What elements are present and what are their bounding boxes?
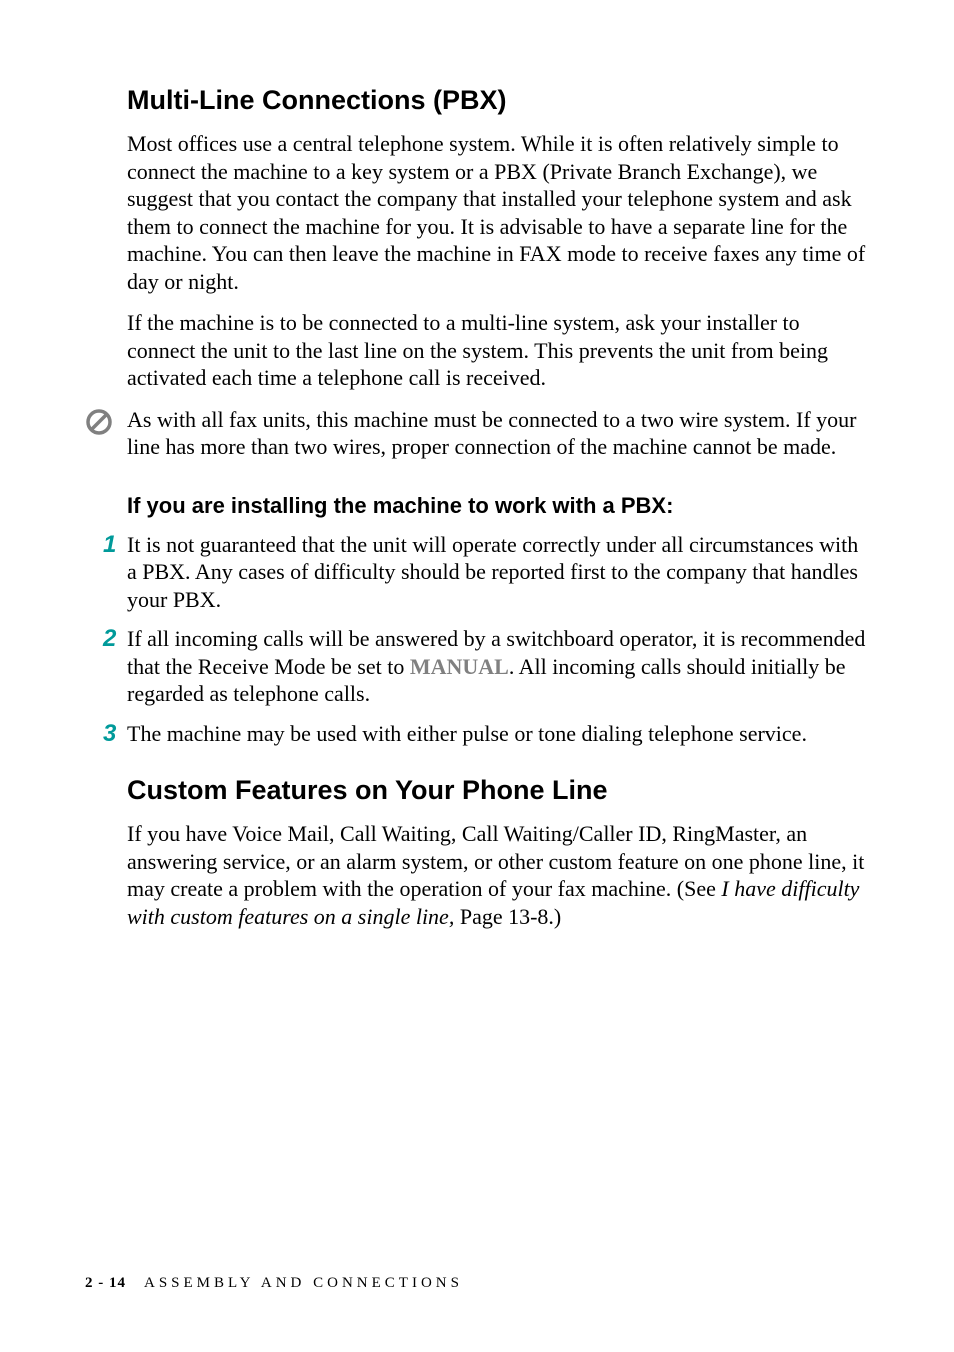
bold-word: MANUAL [410, 654, 509, 679]
heading-multiline: Multi-Line Connections (PBX) [127, 85, 869, 116]
heading-pbx-install: If you are installing the machine to wor… [127, 493, 869, 519]
text-after-italic: Page 13-8.) [454, 904, 561, 929]
list-number: 3 [85, 720, 127, 748]
list-item: 1 It is not guaranteed that the unit wil… [85, 531, 869, 614]
page-number: 2 - 14 [85, 1275, 126, 1291]
list-item: 2 If all incoming calls will be answered… [85, 625, 869, 708]
paragraph-intro: Most offices use a central telephone sys… [127, 130, 869, 295]
heading-custom-features: Custom Features on Your Phone Line [127, 775, 869, 806]
page-footer: 2 - 14 ASSEMBLY AND CONNECTIONS [85, 1275, 463, 1292]
list-number: 2 [85, 625, 127, 653]
note-text: As with all fax units, this machine must… [127, 406, 869, 461]
list-number: 1 [85, 531, 127, 559]
paragraph-custom-features: If you have Voice Mail, Call Waiting, Ca… [127, 820, 869, 930]
note-block: As with all fax units, this machine must… [85, 406, 869, 461]
paragraph-multiline-note: If the machine is to be connected to a m… [127, 309, 869, 392]
chapter-title: ASSEMBLY AND CONNECTIONS [144, 1275, 463, 1291]
list-item: 3 The machine may be used with either pu… [85, 720, 869, 748]
list-text: It is not guaranteed that the unit will … [127, 531, 869, 614]
prohibit-icon [85, 408, 113, 436]
list-text: If all incoming calls will be answered b… [127, 625, 869, 708]
list-text: The machine may be used with either puls… [127, 720, 807, 748]
